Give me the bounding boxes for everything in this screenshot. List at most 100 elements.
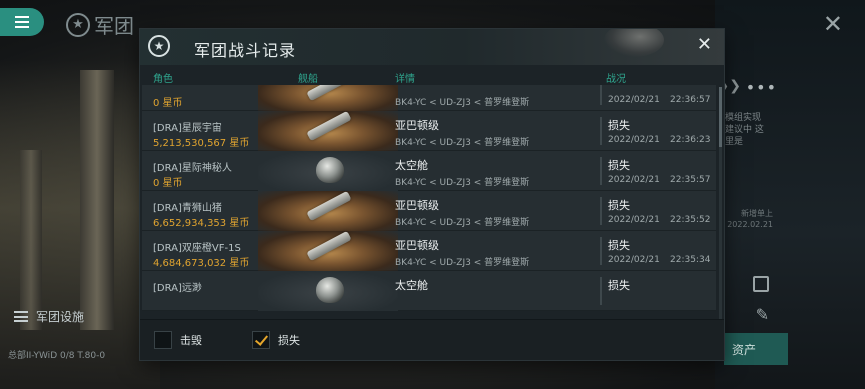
status-divider: [600, 117, 602, 145]
kill-label: 击毁: [180, 334, 202, 347]
assets-button[interactable]: 资产: [724, 333, 788, 365]
location-route: BK4-YC < UD-ZJ3 < 普罗维登斯: [395, 138, 530, 148]
loss-label: 损失: [278, 334, 300, 347]
main-menu-button[interactable]: [0, 8, 44, 36]
loss-value: 5,213,530,567 星币: [153, 138, 250, 149]
edit-icon[interactable]: [753, 276, 769, 292]
battleship-icon: [306, 230, 352, 262]
status-divider: [600, 237, 602, 265]
ship-thumbnail: [258, 190, 398, 231]
pen-icon[interactable]: ✎: [756, 305, 769, 324]
background-side-note: 新增单上 2022.02.21: [727, 209, 773, 229]
ship-thumbnail: [258, 271, 398, 311]
capsule-icon: [316, 157, 344, 183]
character-name: [DRA]星辰宇宙: [153, 123, 222, 134]
list-scrollbar[interactable]: [719, 87, 722, 321]
filter-loss[interactable]: 损失: [252, 331, 300, 349]
ship-type: 太空舱: [395, 159, 428, 172]
combat-time: 22:36:23: [670, 135, 711, 145]
battleship-icon: [306, 190, 352, 222]
corporation-star-icon: ★: [66, 12, 90, 37]
dialog-title: 军团战斗记录: [194, 41, 297, 60]
background-tower: [80, 70, 114, 330]
scrollbar-thumb[interactable]: [719, 87, 722, 147]
facility-label: 军团设施: [36, 310, 85, 324]
column-headers: 角色 舰船 详情 战况: [140, 65, 724, 85]
combat-date: 2022/02/21: [608, 135, 660, 145]
combat-time: 22:35:52: [670, 215, 711, 225]
ship-thumbnail: [258, 110, 398, 151]
combat-date: 2022/02/21: [608, 95, 660, 105]
ship-thumbnail: [258, 151, 398, 191]
character-name: [DRA]远渺: [153, 283, 202, 294]
table-row[interactable]: [DRA]星辰宇宙 5,213,530,567 星币 亚巴顿级 BK4-YC < UD…: [142, 110, 716, 151]
corporation-emblem-icon: ★: [148, 35, 170, 57]
column-header-status: 战况: [606, 74, 626, 85]
hq-status-text: 总部II-YWiD 0/8 T.80-0: [8, 351, 106, 361]
combat-time: 22:35:57: [670, 175, 711, 185]
table-row[interactable]: 0 星币 BK4-YC < UD-ZJ3 < 普罗维登斯 2022/02/21 22:…: [142, 85, 716, 111]
filter-kill[interactable]: 击毁: [154, 331, 202, 349]
location-route: BK4-YC < UD-ZJ3 < 普罗维登斯: [395, 98, 530, 108]
ship-type: 太空舱: [395, 279, 428, 292]
table-row[interactable]: [DRA]星际神秘人 0 星币 太空舱 BK4-YC < UD-ZJ3 < 普罗维登斯…: [142, 151, 716, 191]
page-close-icon[interactable]: ✕: [823, 10, 843, 38]
column-header-character: 角色: [153, 74, 173, 85]
more-options-icon[interactable]: •••: [746, 78, 777, 97]
combat-date: 2022/02/21: [608, 175, 660, 185]
location-route: BK4-YC < UD-ZJ3 < 普罗维登斯: [395, 218, 530, 228]
ship-type: 亚巴顿级: [395, 239, 439, 252]
status-divider: [600, 197, 602, 225]
combat-status: 损失: [608, 279, 630, 292]
status-divider: [600, 157, 602, 185]
status-divider: [600, 85, 602, 105]
loss-value: 0 星币: [153, 178, 183, 189]
capsule-icon: [316, 277, 344, 303]
character-name: [DRA]星际神秘人: [153, 163, 232, 174]
page-title: ★ 军团: [66, 10, 134, 39]
ship-type: 亚巴顿级: [395, 119, 439, 132]
list-icon: [14, 311, 28, 322]
close-icon[interactable]: ✕: [697, 34, 712, 55]
combat-log-dialog: ★ 军团战斗记录 ✕ 角色 舰船 详情 战况 0 星币 BK4-YC < UD-Z…: [140, 29, 724, 360]
dialog-header: ★ 军团战斗记录 ✕: [140, 29, 724, 65]
character-name: [DRA]青狮山猪: [153, 203, 222, 214]
character-name: [DRA]双座橙VF-1S: [153, 243, 241, 254]
battleship-icon: [306, 110, 352, 142]
ship-thumbnail: [258, 85, 398, 111]
combat-status: 损失: [608, 119, 630, 132]
combat-status: 损失: [608, 239, 630, 252]
loss-checkbox[interactable]: [252, 331, 270, 349]
battleship-icon: [306, 85, 352, 102]
location-route: BK4-YC < UD-ZJ3 < 普罗维登斯: [395, 178, 530, 188]
page-title-text: 军团: [94, 14, 134, 38]
loss-value: 0 星币: [153, 98, 183, 109]
corporation-facility-button[interactable]: 军团设施: [14, 308, 84, 325]
background-tower: [20, 150, 42, 330]
ship-thumbnail: [258, 230, 398, 271]
loss-value: 6,652,934,353 星币: [153, 218, 250, 229]
ship-type: 亚巴顿级: [395, 199, 439, 212]
background-side-text: 模组实现 建议中 这里是: [725, 113, 764, 147]
column-header-details: 详情: [395, 74, 415, 85]
combat-log-list[interactable]: 0 星币 BK4-YC < UD-ZJ3 < 普罗维登斯 2022/02/21 22:…: [142, 85, 716, 324]
combat-status: 损失: [608, 159, 630, 172]
table-row[interactable]: [DRA]双座橙VF-1S 4,684,673,032 星币 亚巴顿级 BK4-YC …: [142, 230, 716, 271]
combat-time: 22:35:34: [670, 255, 711, 265]
kill-checkbox[interactable]: [154, 331, 172, 349]
combat-time: 22:36:57: [670, 95, 711, 105]
table-row[interactable]: [DRA]远渺 太空舱 损失: [142, 271, 716, 311]
column-header-ship: 舰船: [298, 74, 318, 85]
hamburger-icon: [15, 16, 29, 28]
location-route: BK4-YC < UD-ZJ3 < 普罗维登斯: [395, 258, 530, 268]
combat-date: 2022/02/21: [608, 255, 660, 265]
loss-value: 4,684,673,032 星币: [153, 258, 250, 269]
background-right-panel: [715, 0, 865, 389]
combat-status: 损失: [608, 199, 630, 212]
header-planet-decoration: [604, 29, 664, 57]
status-divider: [600, 277, 602, 305]
assets-button-label: 资产: [732, 342, 757, 357]
combat-date: 2022/02/21: [608, 215, 660, 225]
dialog-footer: 击毁 损失: [140, 319, 724, 360]
table-row[interactable]: [DRA]青狮山猪 6,652,934,353 星币 亚巴顿级 BK4-YC < UD…: [142, 190, 716, 231]
